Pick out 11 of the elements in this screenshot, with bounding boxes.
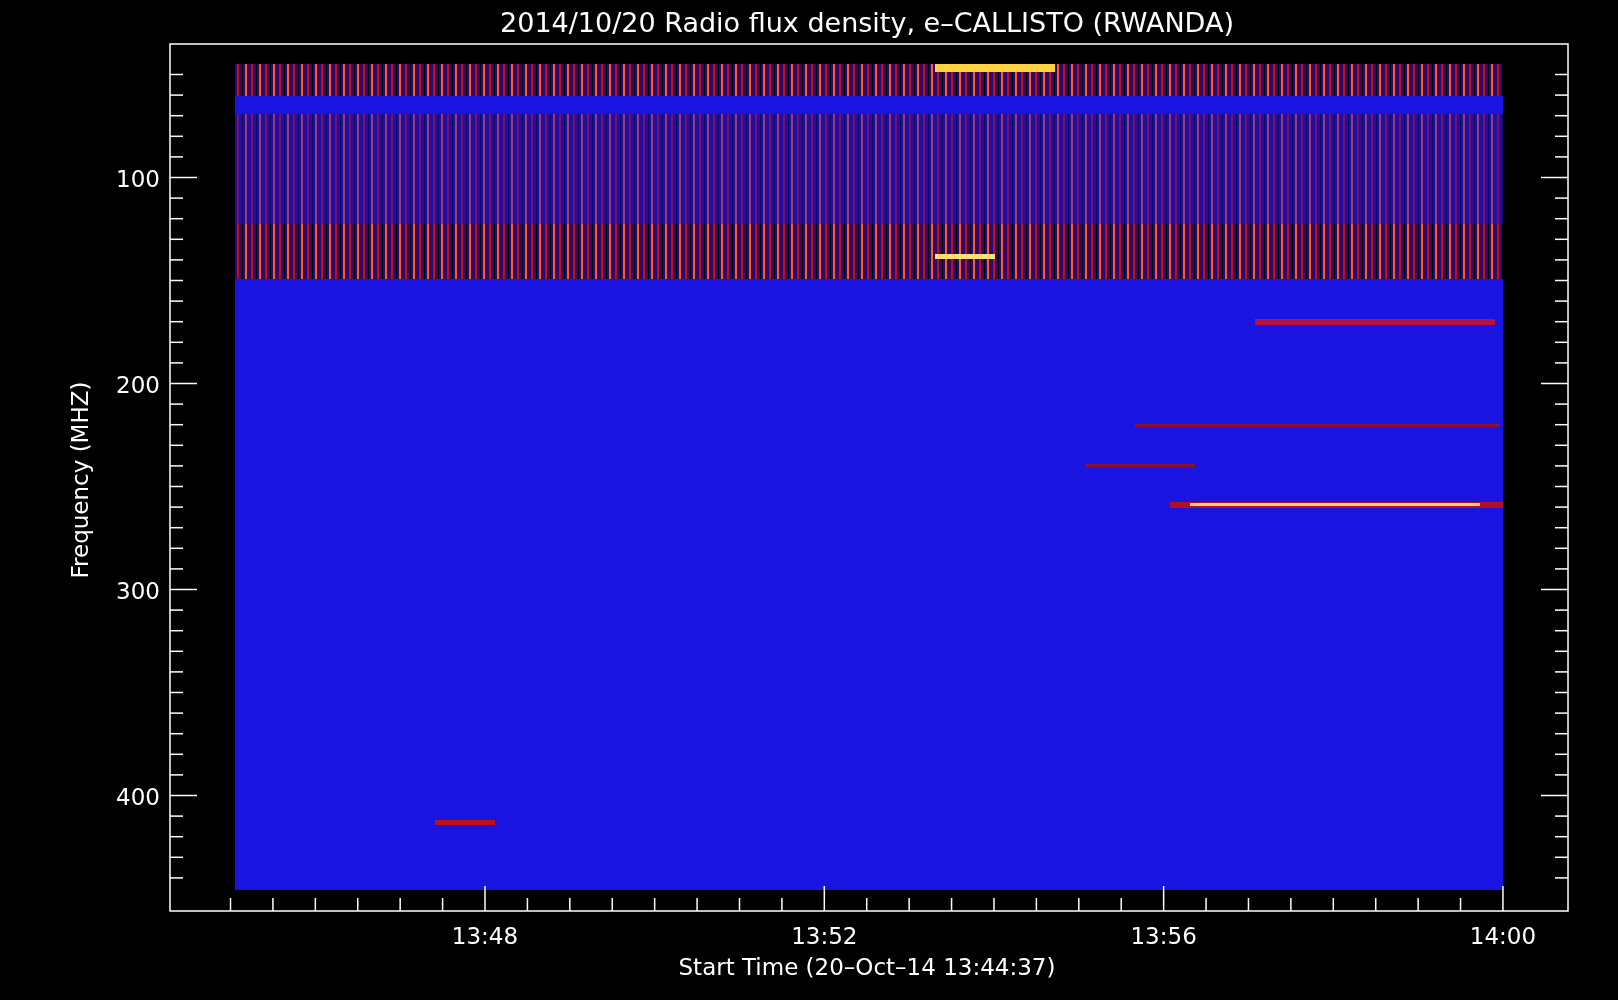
y-tick-label: 400	[116, 783, 160, 810]
x-tick-label: 13:56	[1130, 923, 1197, 949]
x-tick-label: 13:52	[791, 923, 858, 949]
x-axis-label: Start Time (20–Oct–14 13:44:37)	[678, 954, 1056, 980]
chart-title: 2014/10/20 Radio flux density, e–CALLISTO (RWANDA)	[500, 7, 1234, 38]
x-tick-label: 14:00	[1469, 923, 1537, 949]
y-axis-label: Frequency (MHZ)	[67, 381, 93, 579]
y-tick-label: 200	[116, 371, 160, 398]
y-tick-label: 100	[116, 165, 160, 192]
x-tick-label: 13:48	[451, 923, 519, 949]
y-tick-label: 300	[116, 577, 160, 604]
